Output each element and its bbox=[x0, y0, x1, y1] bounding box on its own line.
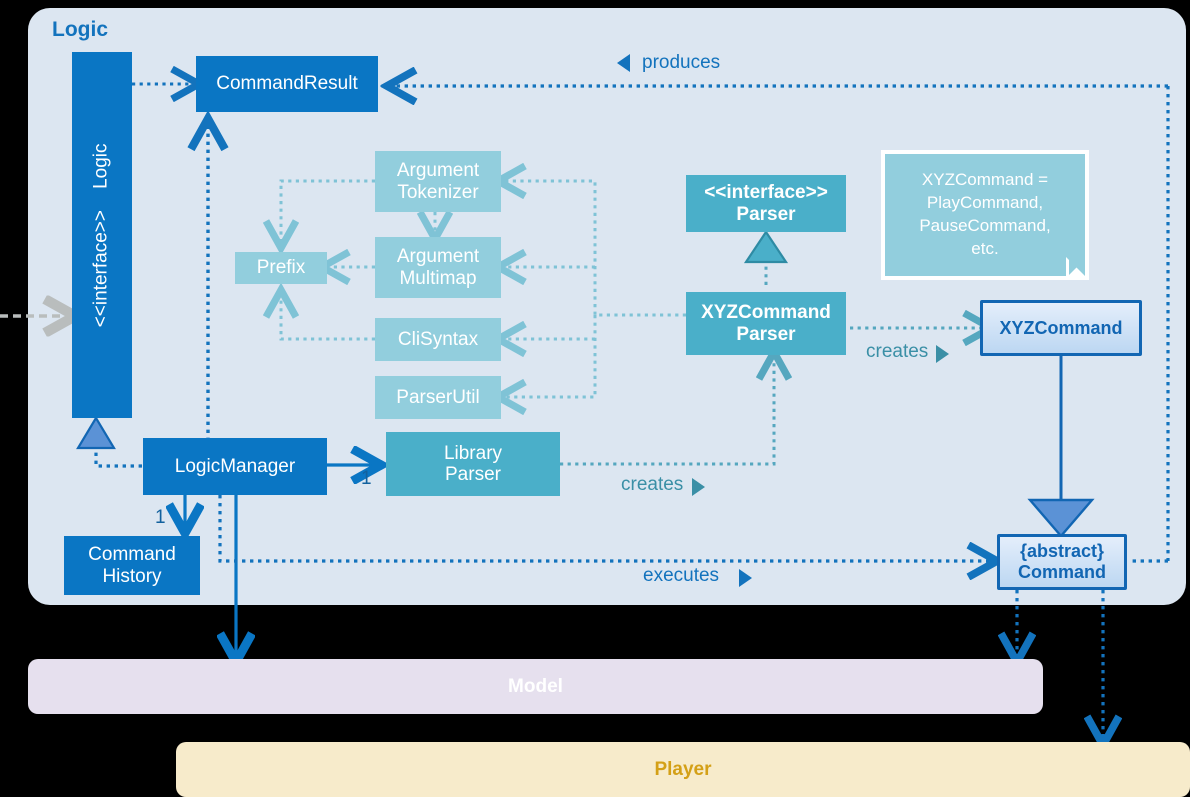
xyz-command-label: XYZCommand bbox=[999, 317, 1123, 338]
logic-package-title: Logic bbox=[52, 18, 108, 41]
class-parser-interface[interactable]: <<interface>> Parser bbox=[686, 175, 846, 232]
multiplicity-library-parser: 1 bbox=[361, 468, 372, 489]
logic-manager-label: LogicManager bbox=[174, 455, 296, 477]
edge-label-executes: executes bbox=[643, 565, 720, 586]
argument-multimap-label: Argument Multimap bbox=[396, 246, 480, 289]
class-command-history[interactable]: Command History bbox=[64, 536, 200, 595]
edge-label-produces: produces bbox=[642, 52, 721, 73]
command-history-label: Command History bbox=[88, 544, 176, 587]
creates-library-arrow-icon bbox=[692, 478, 705, 496]
multiplicity-command-history: 1 bbox=[155, 507, 166, 528]
player-component-bar[interactable]: Player bbox=[176, 742, 1190, 797]
parser-interface-label: <<interface>> Parser bbox=[704, 182, 828, 225]
class-argument-multimap[interactable]: Argument Multimap bbox=[375, 237, 501, 298]
diagram-canvas: Logic <<interface>> Logic CommandResult … bbox=[0, 0, 1190, 797]
library-parser-label: Library Parser bbox=[443, 442, 503, 485]
cli-syntax-label: CliSyntax bbox=[397, 328, 479, 350]
class-argument-tokenizer[interactable]: Argument Tokenizer bbox=[375, 151, 501, 212]
logic-interface-name: Logic bbox=[90, 143, 112, 189]
produces-arrow-icon bbox=[617, 54, 630, 72]
class-abstract-command[interactable]: {abstract} Command bbox=[997, 534, 1127, 590]
class-library-parser[interactable]: Library Parser bbox=[386, 432, 560, 496]
class-xyz-command[interactable]: XYZCommand bbox=[980, 300, 1142, 356]
abstract-command-label: {abstract} Command bbox=[1017, 541, 1106, 582]
parser-util-label: ParserUtil bbox=[396, 386, 480, 408]
prefix-label: Prefix bbox=[256, 257, 306, 279]
xyz-command-note: XYZCommand = PlayCommand, PauseCommand, … bbox=[881, 150, 1089, 280]
note-text: XYZCommand = PlayCommand, PauseCommand, … bbox=[919, 170, 1051, 258]
class-parser-util[interactable]: ParserUtil bbox=[375, 376, 501, 419]
argument-tokenizer-label: Argument Tokenizer bbox=[396, 160, 480, 203]
player-label: Player bbox=[654, 758, 712, 780]
executes-arrow-icon bbox=[739, 569, 752, 587]
class-logic-manager[interactable]: LogicManager bbox=[143, 438, 327, 495]
class-cli-syntax[interactable]: CliSyntax bbox=[375, 318, 501, 361]
logic-interface-text: <<interface>> Logic bbox=[91, 143, 114, 327]
creates-parser-arrow-icon bbox=[936, 345, 949, 363]
note-fold-inner-icon bbox=[1069, 260, 1084, 275]
xyz-command-parser-label: XYZCommand Parser bbox=[701, 302, 831, 345]
logic-interface-stereotype: <<interface>> bbox=[90, 209, 112, 327]
command-result-label: CommandResult bbox=[216, 73, 358, 95]
class-xyz-command-parser[interactable]: XYZCommand Parser bbox=[686, 292, 846, 355]
edge-label-creates-library: creates bbox=[621, 474, 684, 495]
class-prefix[interactable]: Prefix bbox=[235, 252, 327, 284]
class-logic-interface[interactable]: <<interface>> Logic bbox=[72, 52, 132, 418]
model-component-bar[interactable]: Model bbox=[28, 659, 1043, 714]
edge-label-creates-parser: creates bbox=[866, 341, 929, 362]
model-label: Model bbox=[508, 675, 563, 697]
class-command-result[interactable]: CommandResult bbox=[196, 56, 378, 112]
